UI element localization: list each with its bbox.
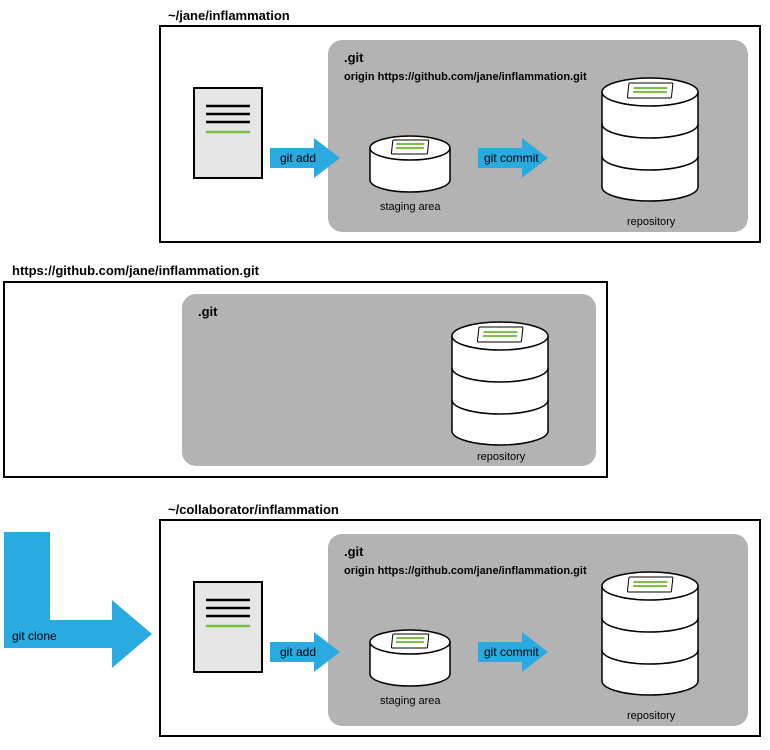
git-add-label: git add bbox=[280, 151, 316, 165]
collab-path-label: ~/collaborator/inflammation bbox=[168, 502, 339, 517]
collab-working-file-icon bbox=[194, 582, 262, 672]
git-clone-arrow: git clone bbox=[4, 532, 152, 668]
repository-label: repository bbox=[627, 216, 676, 228]
staging-area-icon bbox=[370, 136, 450, 192]
collab-repository-label: repository bbox=[627, 710, 676, 722]
github-repository-icon bbox=[452, 322, 548, 445]
git-commit-label: git commit bbox=[484, 151, 539, 165]
github-url-label: https://github.com/jane/inflammation.git bbox=[12, 263, 260, 278]
repository-icon bbox=[602, 78, 698, 201]
jane-git-label: .git bbox=[344, 50, 364, 65]
collab-origin-label: origin https://github.com/jane/inflammat… bbox=[344, 565, 587, 577]
collab-git-add-label: git add bbox=[280, 645, 316, 659]
panel-github-remote: https://github.com/jane/inflammation.git… bbox=[4, 263, 607, 477]
collab-staging-area-icon bbox=[370, 630, 450, 686]
collab-staging-area-label: staging area bbox=[380, 695, 441, 707]
github-git-label: .git bbox=[198, 304, 218, 319]
panel-jane-local: ~/jane/inflammation .git origin https://… bbox=[160, 8, 760, 242]
collab-repository-icon bbox=[602, 572, 698, 695]
working-file-icon bbox=[194, 88, 262, 178]
jane-origin-label: origin https://github.com/jane/inflammat… bbox=[344, 71, 587, 83]
collab-git-commit-label: git commit bbox=[484, 645, 539, 659]
staging-area-label: staging area bbox=[380, 201, 441, 213]
git-clone-label: git clone bbox=[12, 629, 57, 643]
panel-collaborator-local: ~/collaborator/inflammation .git origin … bbox=[160, 502, 760, 736]
github-repository-label: repository bbox=[477, 451, 526, 463]
jane-path-label: ~/jane/inflammation bbox=[168, 8, 290, 23]
collab-git-label: .git bbox=[344, 544, 364, 559]
